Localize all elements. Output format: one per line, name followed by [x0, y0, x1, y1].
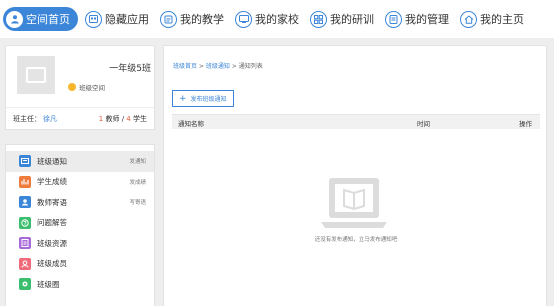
coin-icon	[68, 83, 76, 91]
class-card: 一年级5班 班级空间 班主任： 徐凡 1 教师 / 4 学生	[5, 45, 155, 130]
class-menu: 班级通知 发通知 学生成绩 发成绩 教师寄语 写寄语 问题解答 班级资源 班级成…	[5, 144, 155, 306]
circle-icon	[19, 278, 31, 291]
publish-notice-button[interactable]: + 发布班级通知	[172, 90, 234, 107]
student-unit: 学生	[133, 114, 147, 123]
col-action: 操作	[519, 120, 532, 128]
menu-item-action[interactable]: 写寄语	[129, 198, 146, 206]
student-count: 4	[126, 114, 131, 123]
menu-item-class-circle[interactable]: 班级圈	[6, 274, 154, 295]
chart-icon	[19, 175, 31, 188]
menu-item-action[interactable]: 发成绩	[129, 178, 146, 186]
menu-item-class-notice[interactable]: 班级通知 发通知	[6, 151, 154, 172]
menu-item-label: 问题解答	[37, 218, 67, 228]
member-stats: 1 教师 / 4 学生	[99, 114, 147, 124]
menu-item-teacher-message[interactable]: 教师寄语 写寄语	[6, 192, 154, 213]
breadcrumb-class-home[interactable]: 班级首页	[173, 63, 197, 70]
col-notice-name: 通知名称	[178, 120, 204, 128]
menu-item-qa[interactable]: 问题解答	[6, 213, 154, 234]
nav-item-hidden-apps[interactable]: 隐藏应用	[82, 7, 153, 31]
home-icon	[460, 10, 477, 28]
teacher-label: 班主任：	[13, 114, 41, 123]
menu-item-label: 教师寄语	[37, 197, 67, 207]
management-icon	[385, 10, 402, 28]
nav-item-label: 我的主页	[480, 13, 524, 26]
resource-icon	[19, 237, 31, 250]
nav-item-research[interactable]: 我的研训	[307, 7, 378, 31]
teaching-icon	[160, 10, 177, 28]
teacher-icon	[19, 196, 31, 209]
question-icon	[19, 216, 31, 229]
top-nav: 空间首页 隐藏应用 我的教学 我的家校 我的研训 我的管理 我的主页	[0, 0, 554, 38]
menu-item-label: 班级成员	[37, 259, 67, 269]
menu-item-label: 学生成绩	[37, 177, 67, 187]
apps-icon	[85, 10, 102, 28]
menu-item-action[interactable]: 发通知	[129, 157, 146, 165]
class-name: 一年级5班	[109, 64, 151, 74]
nav-item-label: 空间首页	[26, 13, 70, 26]
nav-item-label: 我的管理	[405, 13, 449, 26]
class-space-label: 班级空间	[79, 84, 105, 92]
nav-item-home-school[interactable]: 我的家校	[232, 7, 303, 31]
breadcrumb-separator: >	[229, 63, 239, 70]
nav-item-label: 我的研训	[330, 13, 374, 26]
user-icon	[6, 10, 23, 28]
breadcrumb: 班级首页 > 班级通知 > 通知列表	[173, 61, 263, 70]
menu-item-class-resources[interactable]: 班级资源	[6, 233, 154, 254]
main-panel: 班级首页 > 班级通知 > 通知列表 + 发布班级通知 通知名称 时间 操作 还…	[163, 45, 547, 306]
head-teacher-link[interactable]: 徐凡	[43, 114, 57, 124]
publish-notice-label: 发布班级通知	[190, 96, 227, 103]
class-avatar	[17, 56, 55, 94]
menu-item-label: 班级通知	[37, 156, 67, 166]
teacher-unit: 教师 /	[105, 114, 127, 123]
home-school-icon	[235, 10, 252, 28]
class-space-link[interactable]: 班级空间	[68, 82, 105, 92]
notice-icon	[19, 155, 31, 168]
plus-icon: +	[179, 93, 187, 104]
class-info-bar: 班主任： 徐凡 1 教师 / 4 学生	[6, 107, 154, 129]
empty-state-text: 还没有发布通知，立马发布通知吧	[314, 237, 398, 243]
col-time: 时间	[417, 120, 430, 128]
menu-item-class-members[interactable]: 班级成员	[6, 254, 154, 275]
nav-item-my-teaching[interactable]: 我的教学	[157, 7, 228, 31]
breadcrumb-current: 通知列表	[238, 63, 263, 70]
nav-item-my-homepage[interactable]: 我的主页	[457, 7, 528, 31]
nav-item-label: 隐藏应用	[105, 13, 149, 26]
empty-laptop-icon	[321, 178, 387, 228]
menu-item-label: 班级资源	[37, 238, 67, 248]
nav-item-label: 我的教学	[180, 13, 224, 26]
notice-table-header: 通知名称 时间 操作	[172, 114, 540, 129]
teacher-count: 1	[98, 114, 104, 123]
menu-item-student-grades[interactable]: 学生成绩 发成绩	[6, 172, 154, 193]
breadcrumb-class-notice[interactable]: 班级通知	[206, 63, 230, 70]
member-icon	[19, 257, 31, 270]
research-icon	[310, 10, 327, 28]
nav-item-space-home[interactable]: 空间首页	[3, 7, 78, 31]
nav-item-label: 我的家校	[255, 13, 299, 26]
menu-item-label: 班级圈	[37, 279, 60, 289]
breadcrumb-separator: >	[197, 63, 206, 70]
nav-item-management[interactable]: 我的管理	[382, 7, 453, 31]
image-placeholder-icon	[26, 67, 46, 83]
